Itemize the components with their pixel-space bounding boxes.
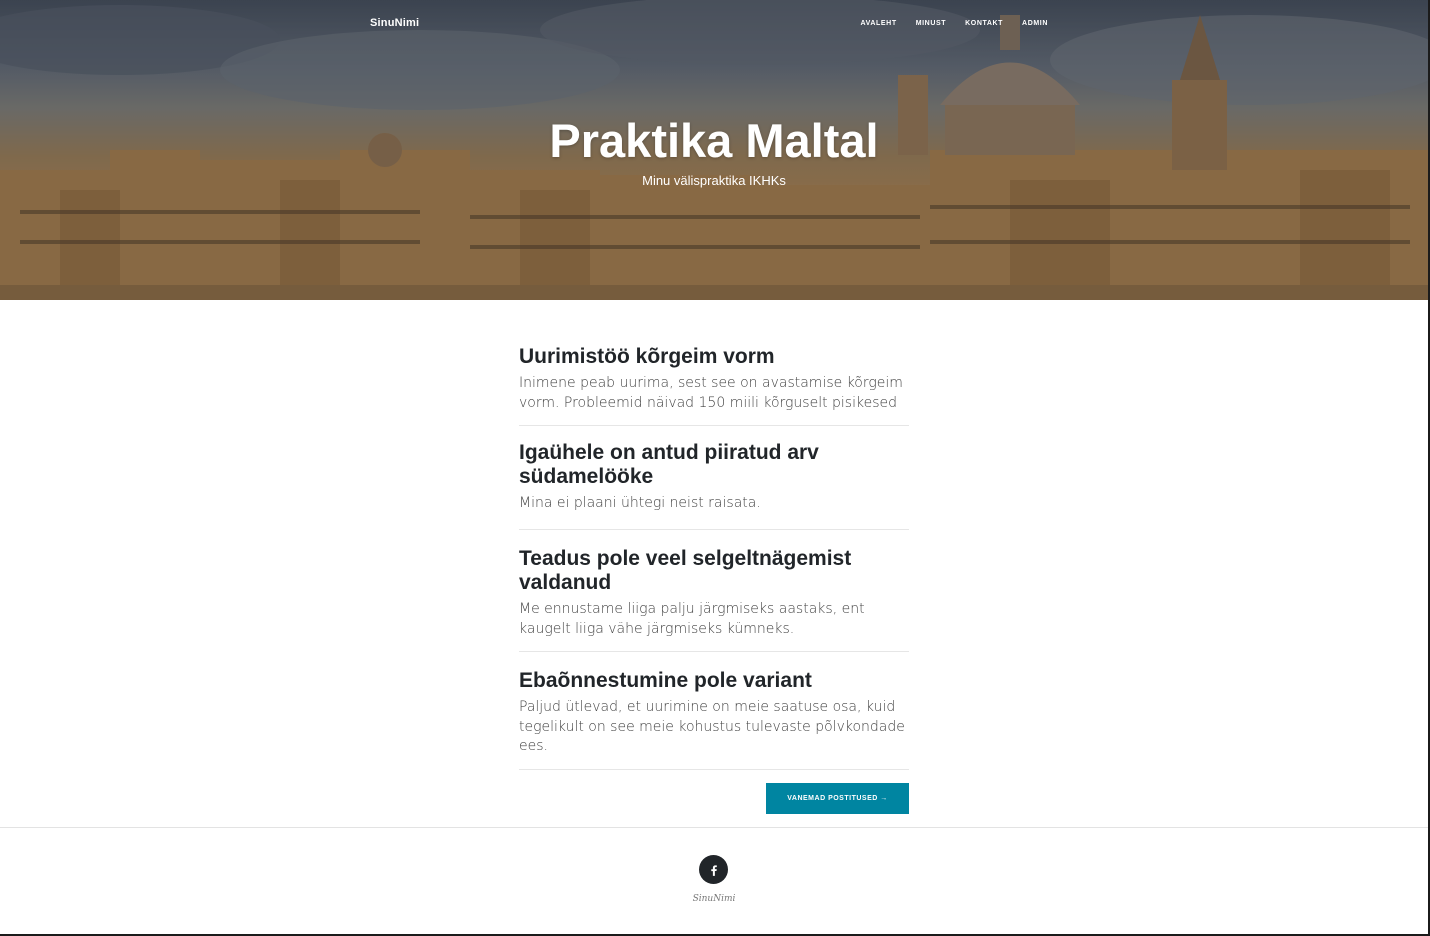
page: SinuNimi AVALEHT MINUST KONTAKT ADMIN Pr…: [0, 0, 1428, 934]
post-preview[interactable]: Teadus pole veel selgeltnägemist valdanu…: [519, 530, 909, 652]
nav-item-minust[interactable]: MINUST: [916, 20, 946, 27]
page-subtitle: Minu välispraktika IKHKs: [642, 173, 786, 188]
footer: SinuNimi: [0, 827, 1428, 934]
nav-menu: AVALEHT MINUST KONTAKT ADMIN: [860, 20, 1048, 27]
post-title[interactable]: Teadus pole veel selgeltnägemist valdanu…: [519, 547, 909, 595]
navbar: SinuNimi AVALEHT MINUST KONTAKT ADMIN: [0, 0, 1428, 48]
post-preview[interactable]: Uurimistöö kõrgeim vorm Inimene peab uur…: [519, 330, 909, 426]
post-excerpt[interactable]: Inimene peab uurima, sest see on avastam…: [519, 374, 909, 413]
post-list: Uurimistöö kõrgeim vorm Inimene peab uur…: [519, 330, 909, 770]
nav-item-kontakt[interactable]: KONTAKT: [965, 20, 1003, 27]
hero-header: SinuNimi AVALEHT MINUST KONTAKT ADMIN Pr…: [0, 0, 1428, 300]
post-preview[interactable]: Igaühele on antud piiratud arv südamelöö…: [519, 426, 909, 530]
post-excerpt[interactable]: Paljud ütlevad, et uurimine on meie saat…: [519, 698, 909, 757]
post-title[interactable]: Igaühele on antud piiratud arv südamelöö…: [519, 441, 909, 489]
nav-item-admin[interactable]: ADMIN: [1022, 20, 1048, 27]
post-title[interactable]: Uurimistöö kõrgeim vorm: [519, 345, 909, 369]
copyright-text: SinuNimi: [692, 894, 736, 904]
nav-item-avaleht[interactable]: AVALEHT: [860, 20, 896, 27]
post-title[interactable]: Ebaõnnestumine pole variant: [519, 669, 909, 693]
facebook-glyph: [710, 864, 717, 876]
post-excerpt[interactable]: Me ennustame liiga palju järgmiseks aast…: [519, 600, 909, 639]
page-title: Praktika Maltal: [549, 114, 879, 167]
brand-link[interactable]: SinuNimi: [370, 17, 419, 29]
post-preview[interactable]: Ebaõnnestumine pole variant Paljud ütlev…: [519, 652, 909, 770]
older-posts-button[interactable]: VANEMAD POSTITUSED →: [766, 783, 909, 814]
post-excerpt[interactable]: Mina ei plaani ühtegi neist raisata.: [519, 494, 909, 514]
facebook-icon[interactable]: [699, 855, 728, 884]
